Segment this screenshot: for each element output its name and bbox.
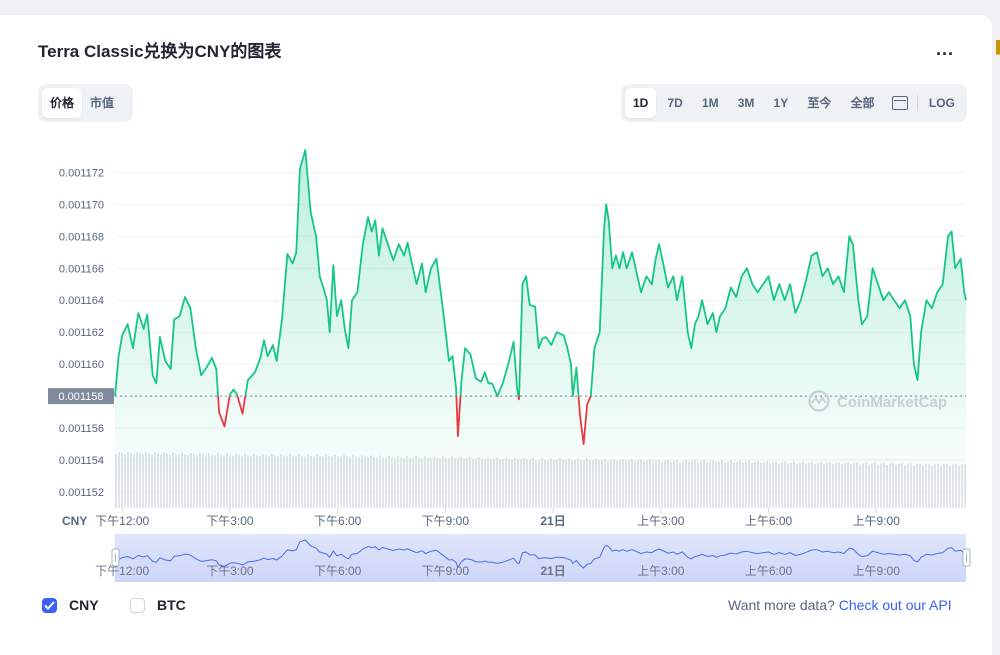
navigator-tick-label: 下午9:00 — [422, 564, 470, 578]
navigator-tick-label: 下午3:00 — [206, 564, 254, 578]
x-tick-label: 下午12:00 — [95, 514, 149, 528]
y-tick-label: 0.001164 — [59, 295, 104, 307]
x-tick-label: 上午3:00 — [637, 514, 685, 528]
x-axis: CNY 下午12:00 下午3:00 下午6:00 下午9:00 21日 上午3:00 上午6… — [62, 508, 900, 528]
y-tick-label: 0.001152 — [59, 487, 104, 499]
y-tick-label: 0.001170 — [59, 199, 104, 211]
legend-label-btc: BTC — [157, 597, 186, 613]
y-tick-label: 0.001156 — [59, 423, 104, 435]
watermark-text: CoinMarketCap — [837, 394, 947, 411]
y-axis: 0.001152 0.001154 0.001156 0.001160 0.001162… — [59, 167, 104, 499]
checkbox-btc[interactable] — [130, 597, 145, 613]
y-tick-label: 0.001172 — [59, 167, 104, 179]
api-promo-text: Want more data? — [728, 597, 835, 613]
y-tick-label: 0.001160 — [59, 359, 104, 371]
navigator-tick-label: 上午3:00 — [637, 564, 685, 578]
reference-label: 0.001158 — [58, 391, 103, 403]
price-area — [115, 150, 966, 508]
y-tick-label: 0.001168 — [59, 231, 104, 243]
x-tick-label: 上午6:00 — [745, 514, 793, 528]
navigator-tick-label: 上午9:00 — [853, 564, 901, 578]
navigator-tick-label: 21日 — [540, 564, 565, 578]
x-tick-label: 下午9:00 — [422, 514, 470, 528]
x-tick-label: 下午6:00 — [314, 514, 362, 528]
legend-cny[interactable]: CNY — [42, 597, 99, 613]
y-tick-label: 0.001162 — [59, 327, 104, 339]
price-chart[interactable]: 0.001158 0.001152 0.001154 0.001156 0.00116… — [0, 0, 1000, 650]
api-link[interactable]: Check out our API — [839, 597, 952, 613]
legend-btc[interactable]: BTC — [130, 597, 186, 613]
x-tick-label: 下午3:00 — [206, 514, 254, 528]
y-tick-label: 0.001154 — [59, 455, 104, 467]
x-tick-label: 上午9:00 — [853, 514, 901, 528]
currency-axis-label: CNY — [62, 514, 87, 528]
navigator-tick-label: 上午6:00 — [745, 564, 793, 578]
navigator-tick-label: 下午12:00 — [95, 564, 149, 578]
legend-label-cny: CNY — [69, 597, 99, 613]
x-tick-label: 21日 — [540, 514, 565, 528]
range-navigator[interactable]: 下午12:00 下午3:00 下午6:00 下午9:00 21日 上午3:00 上午6:00… — [95, 534, 971, 582]
y-tick-label: 0.001166 — [59, 263, 104, 275]
api-promo: Want more data? Check out our API — [728, 597, 952, 613]
checkbox-cny[interactable] — [42, 597, 57, 613]
check-icon — [44, 600, 55, 610]
navigator-tick-label: 下午6:00 — [314, 564, 362, 578]
price-area-fill — [115, 150, 966, 508]
